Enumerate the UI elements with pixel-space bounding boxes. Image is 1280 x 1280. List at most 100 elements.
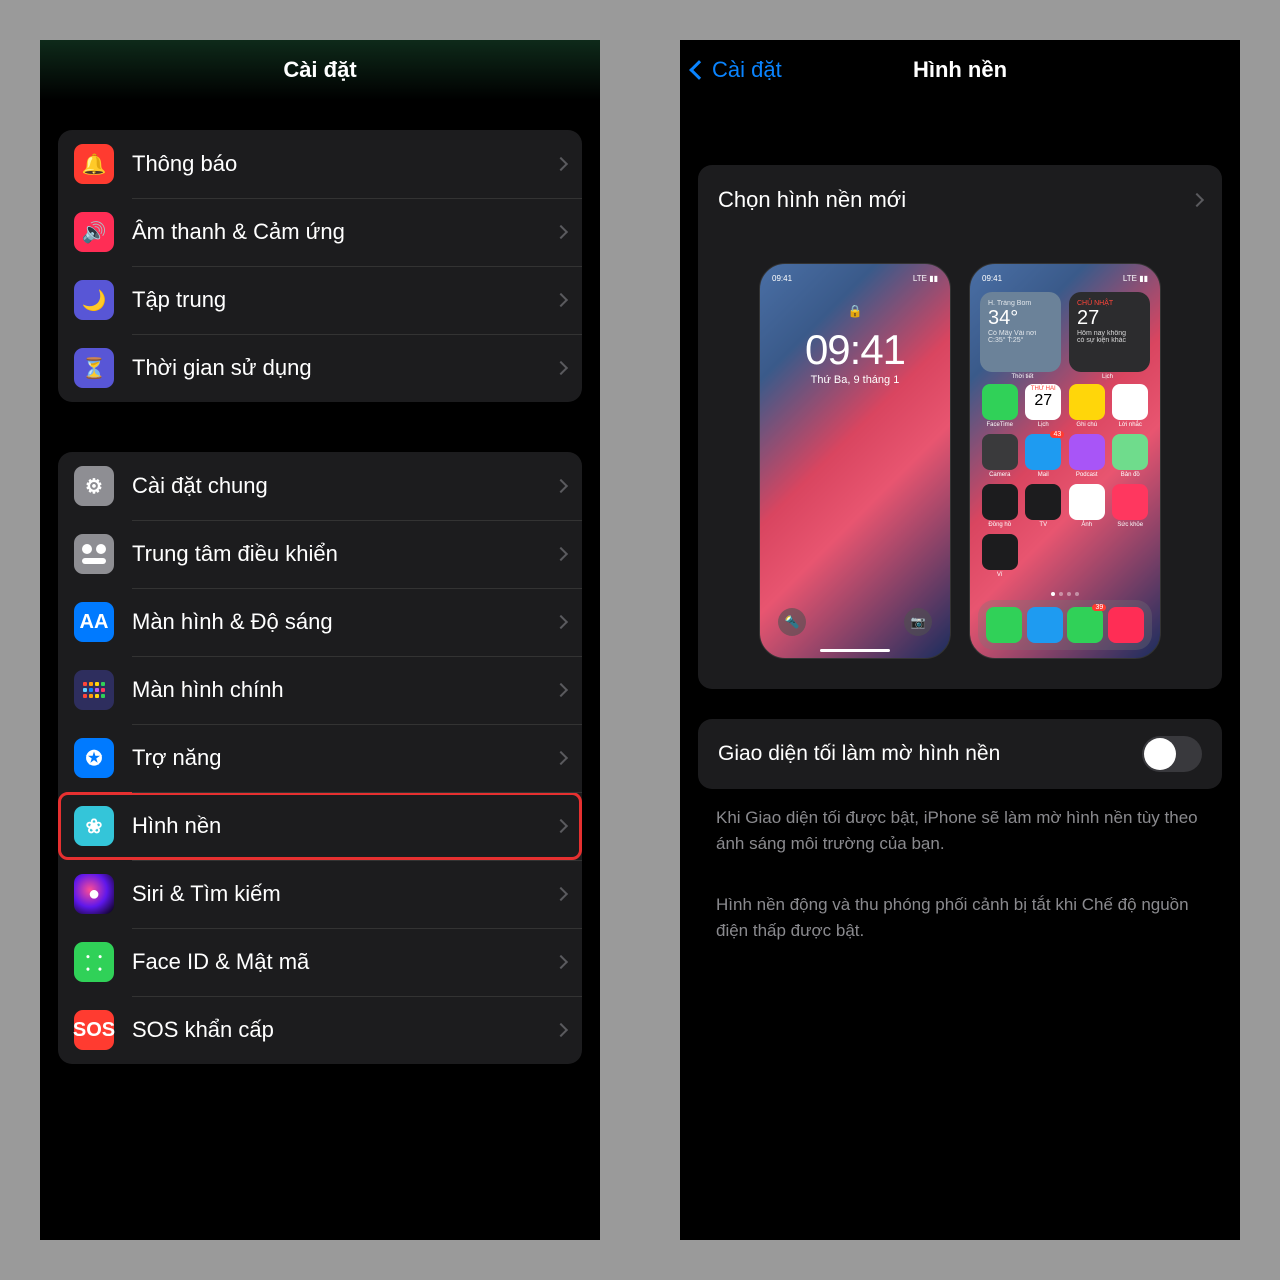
row-label: Trợ năng [132,745,556,771]
app-lời nhắc: Lời nhắc [1111,384,1151,428]
siri-icon: ● [74,874,114,914]
chevron-right-icon [554,225,568,239]
wallpaper-panel: Cài đặt Hình nền Chọn hình nền mới 09:41… [680,40,1240,1240]
sos-icon: SOS [74,1010,114,1050]
row-label: Màn hình & Độ sáng [132,609,556,635]
lock-content: 🔒 09:41 Thứ Ba, 9 tháng 1 [760,304,950,386]
app-ghi chú: Ghi chú [1067,384,1107,428]
app-grid: FaceTimeTHỨ HAI27LịchGhi chúLời nhắc Came… [980,384,1150,578]
row-label: Tập trung [132,287,556,313]
chevron-right-icon [554,479,568,493]
settings-header: Cài đặt [40,40,600,100]
back-button[interactable]: Cài đặt [692,57,782,83]
chevron-right-icon [554,547,568,561]
general-icon: ⚙ [74,466,114,506]
back-label: Cài đặt [712,57,782,83]
app-ảnh: Ảnh [1067,484,1107,528]
chevron-right-icon [1190,193,1204,207]
app-facetime: FaceTime [980,384,1020,428]
widgets: H. Trảng Bom 34° Có Mây Vài nơi C:35° T:… [980,292,1150,372]
dock-app-messages: 39 [1067,607,1103,643]
app-mail: 43Mail [1024,434,1064,478]
weather-widget: H. Trảng Bom 34° Có Mây Vài nơi C:35° T:… [980,292,1061,372]
settings-row-screentime[interactable]: ⏳ Thời gian sử dụng [58,334,582,402]
settings-panel: Cài đặt 🔔 Thông báo 🔊 Âm thanh & Cảm ứng 🌙 Tậ… [40,40,600,1240]
settings-row-siri[interactable]: ● Siri & Tìm kiếm [58,860,582,928]
dim-wallpaper-row: Giao diện tối làm mờ hình nền [698,719,1222,789]
lock-bottom-icons: 🔦 📷 [778,608,932,636]
calendar-widget: CHỦ NHẬT 27 Hôm nay không có sự kiện khá… [1069,292,1150,372]
choose-wallpaper-group: Chọn hình nền mới [698,165,1222,235]
footer-text-1: Khi Giao diện tối được bật, iPhone sẽ là… [716,805,1204,856]
choose-wallpaper-row[interactable]: Chọn hình nền mới [698,165,1222,235]
app-ví: Ví [980,534,1020,578]
lockscreen-preview[interactable]: 09:41 LTE ▮▮ 🔒 09:41 Thứ Ba, 9 tháng 1 🔦… [759,263,951,659]
choose-wallpaper-label: Chọn hình nền mới [718,187,1192,213]
flashlight-icon: 🔦 [778,608,806,636]
chevron-right-icon [554,615,568,629]
app-podcast: Podcast [1067,434,1107,478]
dock-app-safari [1027,607,1063,643]
app-đồng hồ: Đồng hồ [980,484,1020,528]
row-label: Siri & Tìm kiếm [132,881,556,907]
settings-row-notifications[interactable]: 🔔 Thông báo [58,130,582,198]
settings-row-wallpaper[interactable]: ❀ Hình nền [58,792,582,860]
chevron-right-icon [554,887,568,901]
settings-row-general[interactable]: ⚙ Cài đặt chung [58,452,582,520]
wallpaper-title: Hình nền [913,57,1007,83]
accessibility-icon: ✪ [74,738,114,778]
dim-wallpaper-toggle[interactable] [1142,736,1202,772]
chevron-right-icon [554,157,568,171]
settings-row-sounds[interactable]: 🔊 Âm thanh & Cảm ứng [58,198,582,266]
settings-row-faceid[interactable]: ⸬Face ID & Mật mã [58,928,582,996]
homescreen-preview[interactable]: 09:41 LTE ▮▮ H. Trảng Bom 34° Có Mây Vài… [969,263,1161,659]
settings-row-controlcenter[interactable]: Trung tâm điều khiển [58,520,582,588]
chevron-right-icon [554,751,568,765]
dock-app-phone [986,607,1022,643]
wallpaper-previews: 09:41 LTE ▮▮ 🔒 09:41 Thứ Ba, 9 tháng 1 🔦… [698,235,1222,689]
chevron-right-icon [554,819,568,833]
dock-app-music [1108,607,1144,643]
dock: 39 [978,600,1152,650]
display-icon: AA [74,602,114,642]
row-label: Thông báo [132,151,556,177]
faceid-icon: ⸬ [74,942,114,982]
chevron-left-icon [689,60,709,80]
settings-row-sos[interactable]: SOSSOS khẩn cấp [58,996,582,1064]
row-label: Âm thanh & Cảm ứng [132,219,556,245]
lock-icon: 🔒 [760,304,950,318]
row-label: Thời gian sử dụng [132,355,556,381]
app-lịch: THỨ HAI27Lịch [1024,384,1064,428]
notifications-icon: 🔔 [74,144,114,184]
settings-group-2: ⚙ Cài đặt chung Trung tâm điều khiển AA Màn … [58,452,582,1064]
controlcenter-icon [74,534,114,574]
row-label: Màn hình chính [132,677,556,703]
settings-group-1: 🔔 Thông báo 🔊 Âm thanh & Cảm ứng 🌙 Tập trung ⏳… [58,130,582,402]
footer-text-2: Hình nền động và thu phóng phối cảnh bị … [716,892,1204,943]
row-label: Cài đặt chung [132,473,556,499]
settings-row-focus[interactable]: 🌙 Tập trung [58,266,582,334]
lock-time: 09:41 [760,326,950,374]
app-camera: Camera [980,434,1020,478]
settings-row-homescreen[interactable]: Màn hình chính [58,656,582,724]
app-tv: TV [1024,484,1064,528]
screentime-icon: ⏳ [74,348,114,388]
homescreen-icon [74,670,114,710]
page-dots [1051,592,1079,596]
home-indicator [820,649,890,652]
settings-row-display[interactable]: AA Màn hình & Độ sáng [58,588,582,656]
settings-title: Cài đặt [283,57,356,83]
chevron-right-icon [554,683,568,697]
preview-status-bar: 09:41 LTE ▮▮ [982,274,1148,283]
camera-icon: 📷 [904,608,932,636]
row-label: Hình nền [132,813,556,839]
preview-status-bar: 09:41 LTE ▮▮ [772,274,938,283]
settings-row-accessibility[interactable]: ✪ Trợ năng [58,724,582,792]
sounds-icon: 🔊 [74,212,114,252]
chevron-right-icon [554,361,568,375]
lock-date: Thứ Ba, 9 tháng 1 [760,374,950,386]
wallpaper-icon: ❀ [74,806,114,846]
chevron-right-icon [554,955,568,969]
focus-icon: 🌙 [74,280,114,320]
chevron-right-icon [554,293,568,307]
